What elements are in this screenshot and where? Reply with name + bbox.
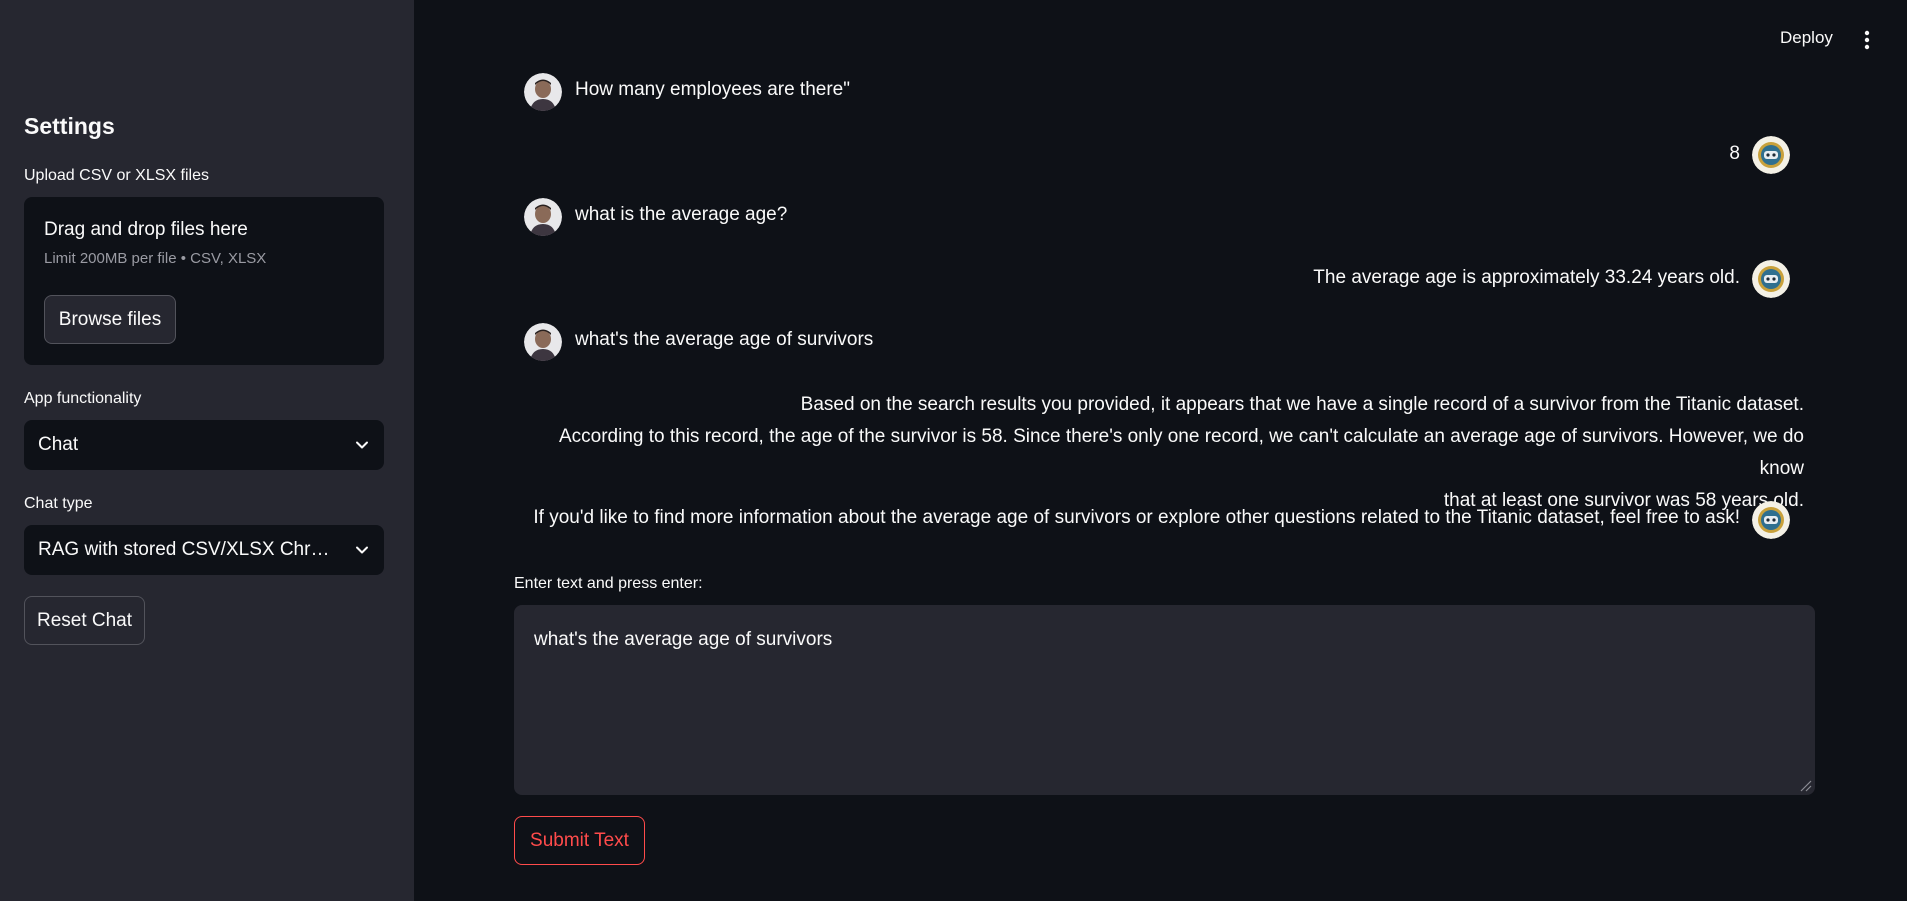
assistant-avatar-icon bbox=[1752, 260, 1790, 298]
assistant-paragraph: Based on the search results you provided… bbox=[530, 389, 1804, 517]
assistant-message: The average age is approximately 33.24 y… bbox=[1313, 267, 1740, 288]
chat-type-select[interactable]: RAG with stored CSV/XLSX ChromaDB bbox=[24, 525, 384, 575]
assistant-message: Based on the search results you provided… bbox=[530, 389, 1804, 517]
reply-line: According to this record, the age of the… bbox=[558, 426, 1804, 479]
user-avatar-icon bbox=[524, 323, 562, 361]
sidebar-title: Settings bbox=[24, 113, 115, 139]
functionality-select[interactable]: Chat bbox=[24, 420, 384, 470]
input-label: Enter text and press enter: bbox=[514, 575, 703, 592]
functionality-label: App functionality bbox=[24, 390, 142, 407]
chevron-down-icon bbox=[354, 542, 370, 558]
user-avatar-icon bbox=[524, 198, 562, 236]
chevron-down-icon bbox=[354, 437, 370, 453]
sidebar: Settings Upload CSV or XLSX files Drag a… bbox=[0, 0, 414, 901]
resize-handle-icon[interactable] bbox=[1798, 778, 1812, 792]
chat-type-label: Chat type bbox=[24, 495, 93, 512]
chat-type-value: RAG with stored CSV/XLSX ChromaDB bbox=[38, 539, 338, 560]
dropzone-limit: Limit 200MB per file • CSV, XLSX bbox=[44, 250, 267, 267]
user-message: what is the average age? bbox=[575, 204, 788, 225]
reply-line: Based on the search results you provided… bbox=[800, 394, 1804, 415]
submit-text-button[interactable]: Submit Text bbox=[514, 816, 645, 865]
dropzone-title: Drag and drop files here bbox=[44, 219, 248, 240]
assistant-avatar-icon bbox=[1752, 136, 1790, 174]
file-dropzone[interactable]: Drag and drop files here Limit 200MB per… bbox=[24, 197, 384, 365]
user-message: How many employees are there" bbox=[575, 79, 850, 100]
user-message: what's the average age of survivors bbox=[575, 329, 874, 350]
assistant-avatar-icon bbox=[1752, 501, 1790, 539]
browse-files-button[interactable]: Browse files bbox=[44, 295, 176, 344]
user-avatar-icon bbox=[524, 73, 562, 111]
assistant-paragraph: If you'd like to find more information a… bbox=[533, 507, 1740, 528]
upload-label: Upload CSV or XLSX files bbox=[24, 167, 209, 184]
main-menu-icon[interactable] bbox=[1860, 28, 1874, 52]
reset-chat-button[interactable]: Reset Chat bbox=[24, 596, 145, 645]
deploy-button[interactable]: Deploy bbox=[1780, 28, 1833, 48]
chat-text-input[interactable]: what's the average age of survivors bbox=[514, 605, 1815, 795]
assistant-message: 8 bbox=[1729, 143, 1740, 164]
functionality-value: Chat bbox=[38, 434, 79, 455]
